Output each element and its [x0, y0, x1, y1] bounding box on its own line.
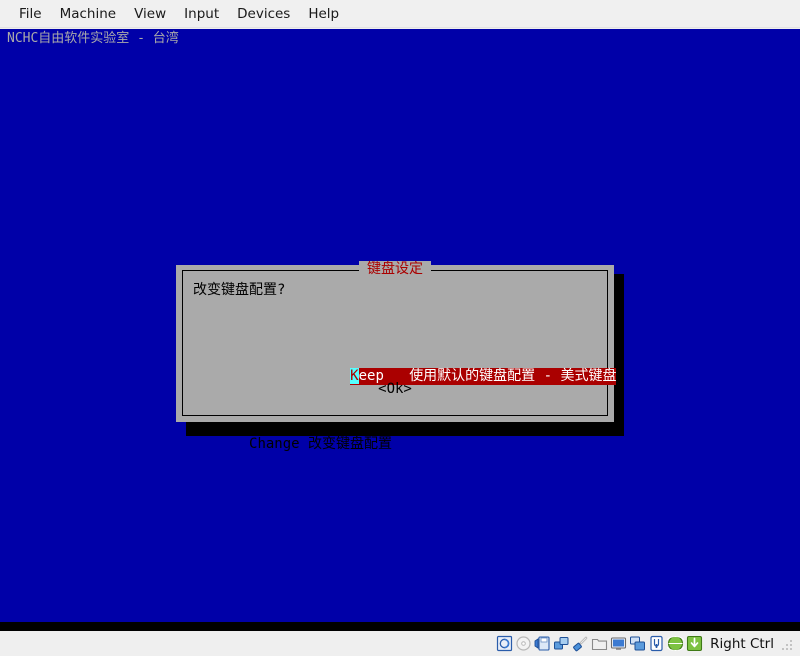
menu-input[interactable]: Input — [175, 3, 228, 25]
menu-file[interactable]: File — [10, 3, 51, 25]
recording-icon[interactable] — [629, 635, 646, 652]
dialog-prompt: 改变键盘配置? — [193, 282, 286, 298]
menu-machine[interactable]: Machine — [51, 3, 126, 25]
status-icon-group — [496, 635, 703, 652]
menu-devices[interactable]: Devices — [228, 3, 299, 25]
status-bar: Right Ctrl — [0, 631, 800, 656]
network-icon[interactable] — [553, 635, 570, 652]
virtualbox-window: File Machine View Input Devices Help NCH… — [0, 0, 800, 656]
menu-bar: File Machine View Input Devices Help — [0, 0, 800, 28]
host-key-icon[interactable] — [686, 635, 703, 652]
option-change-description: 改变键盘配置 — [308, 436, 393, 452]
dialog-frame: 键盘设定 改变键盘配置? Keep 使用默认的键盘配置 - 美式键盘 Chang… — [182, 261, 617, 452]
option-change-rest: hange — [257, 436, 300, 452]
mouse-integration-icon[interactable] — [667, 635, 685, 652]
menu-help[interactable]: Help — [299, 3, 348, 25]
floppy-disk-icon[interactable] — [534, 635, 551, 652]
shared-folders-icon[interactable] — [591, 635, 608, 652]
features-icon[interactable] — [648, 635, 665, 652]
keyboard-config-dialog: 键盘设定 改变键盘配置? Keep 使用默认的键盘配置 - 美式键盘 Chang… — [176, 261, 617, 452]
ok-button[interactable]: <Ok> — [183, 381, 607, 397]
option-change-spacer — [300, 436, 308, 452]
console-header-text: NCHC自由软件实验室 - 台湾 — [7, 31, 179, 46]
dialog-title-text: 键盘设定 — [359, 261, 431, 277]
dialog-title: 键盘设定 — [183, 260, 607, 278]
optical-disk-icon[interactable] — [515, 635, 532, 652]
vm-underscan-band — [0, 622, 800, 631]
display-icon[interactable] — [610, 635, 627, 652]
usb-icon[interactable] — [572, 635, 589, 652]
menu-view[interactable]: View — [125, 3, 175, 25]
resize-grip[interactable] — [780, 638, 792, 650]
option-row-change[interactable]: Change 改变键盘配置 — [249, 436, 616, 453]
vm-display[interactable]: NCHC自由软件实验室 - 台湾 键盘设定 改变键盘配置? Keep 使用默认的… — [0, 29, 800, 622]
option-list: Keep 使用默认的键盘配置 - 美式键盘 Change 改变键盘配置 — [249, 317, 617, 487]
host-key-label: Right Ctrl — [710, 635, 774, 652]
hard-disk-icon[interactable] — [496, 635, 513, 652]
